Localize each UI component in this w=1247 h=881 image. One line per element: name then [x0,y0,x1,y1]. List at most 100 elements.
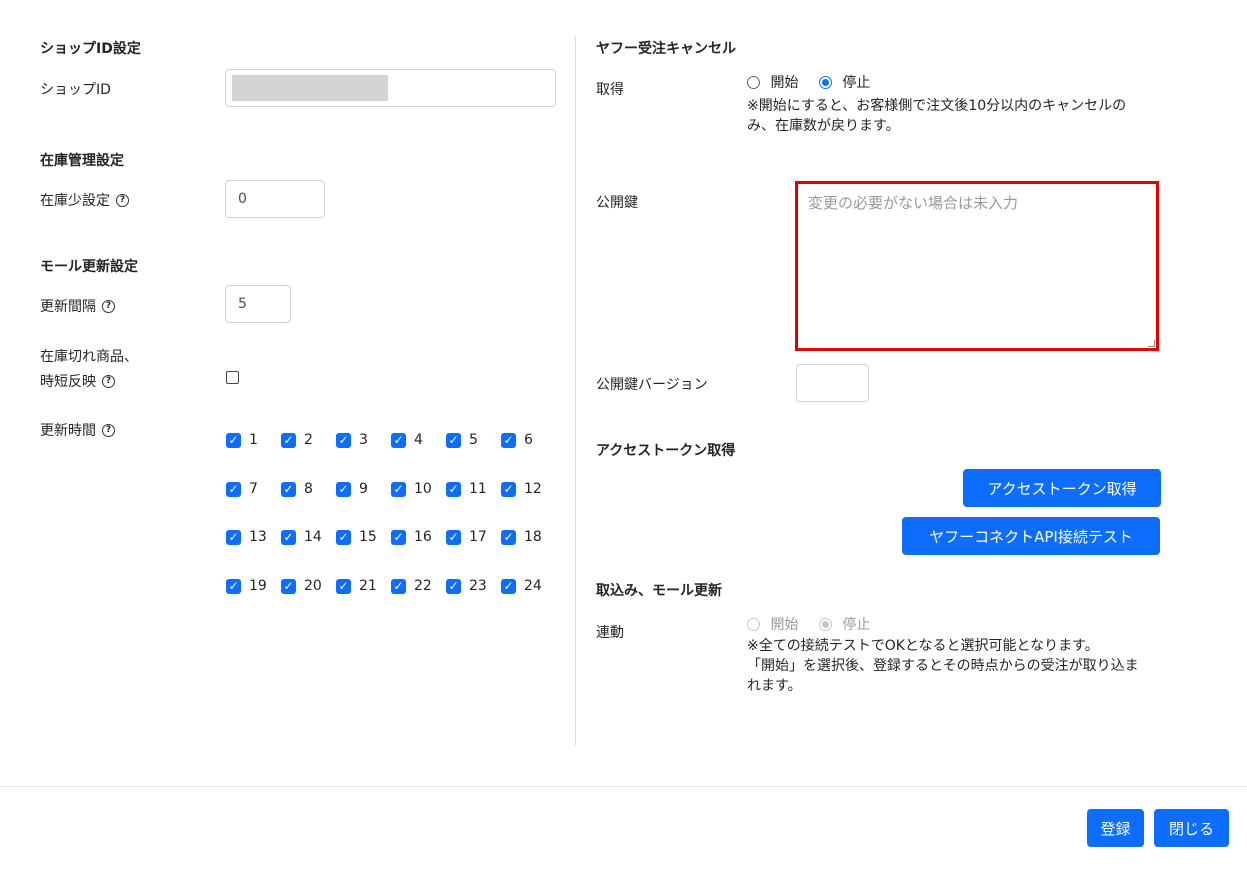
checkmark-icon[interactable]: ✓ [336,481,351,497]
checkmark-icon[interactable]: ✓ [336,578,351,594]
checkmark-icon[interactable]: ✓ [391,578,406,594]
checkmark-icon[interactable]: ✓ [226,481,241,497]
cancel-stop-radio[interactable] [818,75,832,89]
help-icon[interactable]: ? [116,193,129,207]
import-stop-radio[interactable] [818,617,832,631]
hour-label: 5 [469,432,478,448]
shop-id-input[interactable] [225,69,556,107]
shop-id-redacted-value [232,75,388,101]
hour-checkbox-item[interactable]: ✓ 21 [336,578,377,594]
update-interval-input[interactable]: 5 [225,285,291,323]
checkmark-icon[interactable]: ✓ [336,529,351,545]
low-stock-label-row: 在庫少設定? [40,190,129,210]
hour-label: 21 [359,578,377,594]
hour-checkbox-item[interactable]: ✓ 2 [281,432,313,448]
checkmark-icon[interactable]: ✓ [281,529,296,545]
import-start-label[interactable]: 開始 [770,617,798,633]
hour-checkbox-item[interactable]: ✓ 20 [281,578,322,594]
hour-checkbox-item[interactable]: ✓ 3 [336,432,368,448]
checkmark-icon[interactable]: ✓ [226,578,241,594]
checkmark-icon[interactable]: ✓ [501,578,516,594]
shop-id-heading: ショップID設定 [40,41,141,57]
hour-label: 4 [414,432,423,448]
hour-checkbox-item[interactable]: ✓ 23 [446,578,487,594]
close-button[interactable]: 閉じる [1154,809,1229,847]
cancel-label: 取得 [596,82,624,98]
out-of-stock-label-line2: 時短反映 [40,374,96,390]
update-time-label: 更新時間 [40,423,96,439]
checkmark-icon[interactable]: ✓ [391,481,406,497]
import-stop-label[interactable]: 停止 [842,617,870,633]
help-icon[interactable]: ? [102,423,115,437]
help-icon[interactable]: ? [102,299,115,313]
hour-label: 12 [524,481,542,497]
hour-label: 2 [304,432,313,448]
resize-handle-icon[interactable] [1148,340,1155,347]
checkmark-icon[interactable]: ✓ [391,432,406,448]
public-key-version-input[interactable] [796,364,869,402]
checkmark-icon[interactable]: ✓ [226,529,241,545]
hour-checkbox-item[interactable]: ✓ 17 [446,529,487,545]
hour-label: 16 [414,529,432,545]
checkmark-icon[interactable]: ✓ [446,578,461,594]
hour-checkbox-item[interactable]: ✓ 12 [501,481,542,497]
import-label: 連動 [596,625,624,641]
get-token-button[interactable]: アクセストークン取得 [963,469,1161,507]
stock-heading: 在庫管理設定 [40,153,124,169]
checkmark-icon[interactable]: ✓ [281,578,296,594]
hour-label: 1 [249,432,258,448]
cancel-stop-label[interactable]: 停止 [842,75,870,91]
checkmark-icon[interactable]: ✓ [446,481,461,497]
hour-checkbox-item[interactable]: ✓ 1 [226,432,258,448]
hour-checkbox-item[interactable]: ✓ 9 [336,481,368,497]
hour-checkbox-item[interactable]: ✓ 5 [446,432,478,448]
checkmark-icon[interactable]: ✓ [501,432,516,448]
import-start-radio[interactable] [747,617,760,631]
low-stock-input[interactable]: 0 [225,180,325,218]
cancel-start-label[interactable]: 開始 [770,75,798,91]
low-stock-label: 在庫少設定 [40,193,110,209]
out-of-stock-label-line1: 在庫切れ商品、 [40,349,138,365]
hour-checkbox-item[interactable]: ✓ 6 [501,432,533,448]
public-key-version-label: 公開鍵バージョン [596,377,708,393]
checkmark-icon[interactable]: ✓ [226,432,241,448]
shop-id-label: ショップID [40,82,111,98]
hour-label: 7 [249,481,258,497]
hour-label: 18 [524,529,542,545]
hour-checkbox-item[interactable]: ✓ 8 [281,481,313,497]
token-heading: アクセストークン取得 [596,443,736,459]
hour-checkbox-item[interactable]: ✓ 24 [501,578,542,594]
register-button[interactable]: 登録 [1087,809,1144,847]
checkmark-icon[interactable]: ✓ [391,529,406,545]
cancel-note-line1: ※開始にすると、お客様側で注文後10分以内のキャンセルの [747,98,1127,114]
hour-checkbox-item[interactable]: ✓ 4 [391,432,423,448]
checkmark-icon[interactable]: ✓ [501,481,516,497]
checkmark-icon[interactable]: ✓ [501,529,516,545]
cancel-radio-group: 開始 停止 [747,72,870,92]
hour-checkbox-item[interactable]: ✓ 15 [336,529,377,545]
hour-checkbox-item[interactable]: ✓ 7 [226,481,258,497]
help-icon[interactable]: ? [102,374,115,388]
cancel-note-line2: み、在庫数が戻ります。 [747,118,900,134]
hour-checkbox-item[interactable]: ✓ 22 [391,578,432,594]
hour-label: 13 [249,529,267,545]
public-key-textarea[interactable]: 変更の必要がない場合は未入力 [795,181,1159,351]
hour-label: 14 [304,529,322,545]
hour-checkbox-item[interactable]: ✓ 11 [446,481,487,497]
hour-checkbox-item[interactable]: ✓ 13 [226,529,267,545]
hour-checkbox-item[interactable]: ✓ 10 [391,481,432,497]
hour-checkbox-item[interactable]: ✓ 19 [226,578,267,594]
hour-checkbox-item[interactable]: ✓ 16 [391,529,432,545]
hour-checkbox-item[interactable]: ✓ 14 [281,529,322,545]
column-divider [575,36,576,746]
checkmark-icon[interactable]: ✓ [446,432,461,448]
checkmark-icon[interactable]: ✓ [446,529,461,545]
checkmark-icon[interactable]: ✓ [281,432,296,448]
checkmark-icon[interactable]: ✓ [336,432,351,448]
out-of-stock-checkbox[interactable] [226,371,239,384]
checkmark-icon[interactable]: ✓ [281,481,296,497]
cancel-start-radio[interactable] [747,75,760,89]
connect-test-button[interactable]: ヤフーコネクトAPI接続テスト [902,517,1160,555]
hour-checkbox-item[interactable]: ✓ 18 [501,529,542,545]
hour-label: 23 [469,578,487,594]
